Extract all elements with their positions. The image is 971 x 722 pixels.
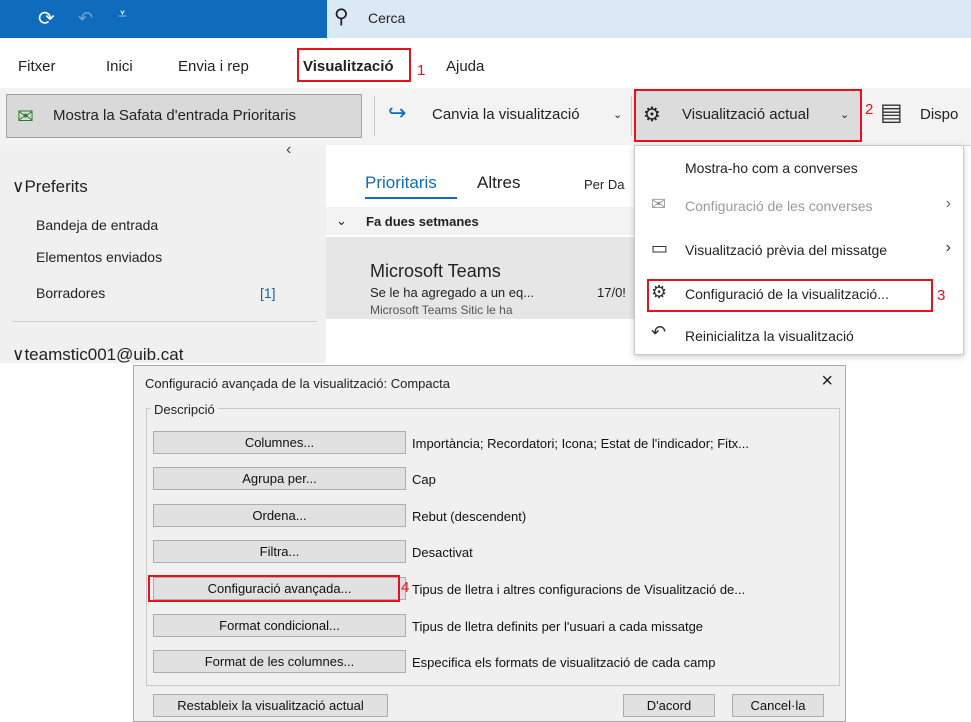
- divider: [631, 96, 632, 136]
- focused-inbox-label: Mostra la Safata d'entrada Prioritaris: [53, 107, 296, 124]
- layout-icon: ▤: [880, 99, 903, 126]
- sort-description: Rebut (descendent): [412, 509, 527, 524]
- current-view-dropdown: Mostra-ho com a converses ✉ Configuració…: [634, 145, 964, 355]
- message-preview: Microsoft Teams Sitic le ha: [370, 303, 513, 317]
- chevron-down-icon: ∨: [12, 177, 25, 196]
- chevron-down-icon: ⌄: [613, 109, 623, 121]
- group-by-button[interactable]: Agrupa per...: [153, 467, 406, 490]
- group-label: Fa dues setmanes: [366, 214, 479, 229]
- message-subject: Se le ha agregado a un eq...: [370, 285, 535, 300]
- sort-by-button[interactable]: Per Da: [584, 177, 624, 192]
- chevron-right-icon: ›: [945, 195, 951, 212]
- sidebar-item-sent[interactable]: Elementos enviados: [36, 249, 162, 265]
- title-bar: ⟳ ↶ ⩡ ⚲ Cerca: [0, 0, 971, 38]
- description-legend: Descripció: [151, 402, 218, 417]
- favorites-label: Preferits: [24, 177, 88, 196]
- account-label: teamstic001@uib.cat: [24, 345, 184, 364]
- chevron-down-icon: ⌄: [336, 213, 347, 228]
- sidebar-item-inbox[interactable]: Bandeja de entrada: [36, 217, 158, 233]
- columns-button[interactable]: Columnes...: [153, 431, 406, 454]
- highlight-box-2: [634, 89, 862, 142]
- menu-tabs: Fitxer Inici Envia i rep Visualització 1…: [0, 38, 971, 88]
- drafts-count-badge: [1]: [260, 285, 276, 301]
- annotation-4: 4: [401, 579, 410, 596]
- account-header[interactable]: ∨teamstic001@uib.cat: [12, 345, 183, 365]
- close-button[interactable]: ×: [821, 370, 833, 393]
- filter-description: Desactivat: [412, 545, 473, 560]
- reset-icon: ↶: [651, 322, 667, 342]
- ribbon: ✉ Mostra la Safata d'entrada Prioritaris…: [0, 88, 971, 146]
- format-columns-button[interactable]: Format de les columnes...: [153, 650, 406, 673]
- tab-underline: [365, 197, 457, 199]
- sort-button[interactable]: Ordena...: [153, 504, 406, 527]
- highlight-box-1: [297, 48, 411, 82]
- collapse-pane-icon[interactable]: ‹: [286, 141, 291, 159]
- format-columns-description: Especifica els formats de visualització …: [412, 655, 716, 670]
- sidebar-item-drafts[interactable]: Borradores: [36, 285, 105, 301]
- annotation-1: 1: [417, 62, 426, 79]
- dialog-title: Configuració avançada de la visualitzaci…: [145, 376, 450, 391]
- favorites-header[interactable]: ∨Preferits: [12, 177, 88, 197]
- highlight-box-3: [647, 279, 933, 312]
- reset-current-view-button[interactable]: Restableix la visualització actual: [153, 694, 388, 717]
- search-box[interactable]: ⚲ Cerca: [327, 0, 971, 38]
- conditional-formatting-description: Tipus de lletra definits per l'usuari a …: [412, 619, 704, 634]
- tab-focused[interactable]: Prioritaris: [365, 173, 437, 193]
- message-date: 17/0!: [597, 285, 626, 300]
- undo-icon[interactable]: ↶: [78, 8, 93, 29]
- message-preview-icon: ▭: [651, 238, 669, 258]
- folder-pane: ‹ ∨Preferits Bandeja de entrada Elemento…: [0, 141, 326, 365]
- search-icon: ⚲: [334, 6, 349, 28]
- group-header[interactable]: ⌄ Fa dues setmanes: [326, 207, 636, 235]
- search-input[interactable]: Cerca: [368, 10, 405, 26]
- cancel-button[interactable]: Cancel·la: [732, 694, 824, 717]
- change-view-icon: ↪: [388, 100, 407, 125]
- group-by-description: Cap: [412, 472, 436, 487]
- chevron-right-icon: ›: [945, 239, 951, 256]
- conditional-formatting-button[interactable]: Format condicional...: [153, 614, 406, 637]
- tab-fitxer[interactable]: Fitxer: [18, 58, 56, 75]
- list-item[interactable]: Microsoft Teams Se le ha agregado a un e…: [326, 237, 636, 319]
- tab-envia-i-rep[interactable]: Envia i rep: [178, 58, 249, 75]
- annotation-2: 2: [865, 101, 874, 118]
- menu-item-conversation-settings: Configuració de les converses: [685, 198, 873, 214]
- tab-inici[interactable]: Inici: [106, 58, 133, 75]
- tab-other[interactable]: Altres: [477, 173, 520, 193]
- sync-icon[interactable]: ⟳: [38, 6, 55, 31]
- columns-description: Importància; Recordatori; Icona; Estat d…: [412, 436, 750, 451]
- other-settings-description: Tipus de lletra i altres configuracions …: [412, 582, 746, 597]
- highlight-box-4: [148, 575, 400, 602]
- advanced-view-settings-dialog: Configuració avançada de la visualitzaci…: [133, 365, 846, 722]
- focused-inbox-icon: ✉: [17, 106, 34, 128]
- customize-toolbar-icon[interactable]: ⩡: [118, 6, 127, 24]
- annotation-3: 3: [937, 287, 946, 304]
- divider: [374, 96, 375, 136]
- ok-button[interactable]: D'acord: [623, 694, 715, 717]
- divider: [12, 321, 317, 322]
- tab-ajuda[interactable]: Ajuda: [446, 58, 484, 75]
- filter-button[interactable]: Filtra...: [153, 540, 406, 563]
- conversation-settings-icon: ✉: [651, 194, 667, 214]
- menu-item-reset-view[interactable]: Reinicialitza la visualització: [685, 328, 854, 344]
- focused-inbox-button[interactable]: ✉ Mostra la Safata d'entrada Prioritaris: [6, 94, 362, 138]
- layout-button[interactable]: Dispo: [920, 106, 958, 123]
- change-view-button[interactable]: Canvia la visualització: [432, 106, 580, 123]
- message-list: Prioritaris Altres Per Da ⌄ Fa dues setm…: [326, 145, 636, 363]
- message-sender: Microsoft Teams: [370, 261, 501, 281]
- chevron-down-icon: ∨: [12, 345, 25, 364]
- menu-item-message-preview[interactable]: Visualització prèvia del missatge: [685, 242, 887, 258]
- menu-item-show-conversations[interactable]: Mostra-ho com a converses: [685, 160, 858, 176]
